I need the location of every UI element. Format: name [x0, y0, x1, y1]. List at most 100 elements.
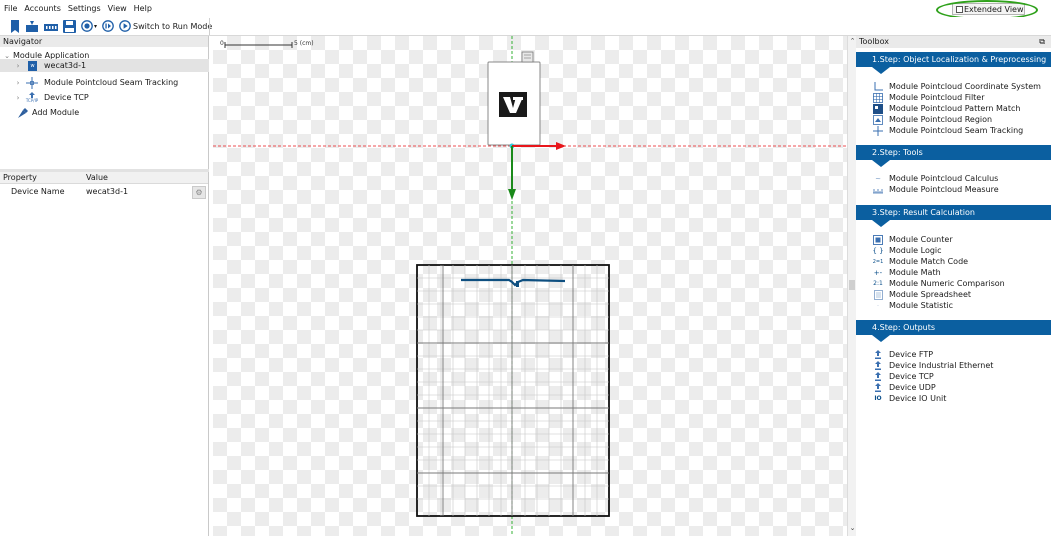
canvas-vertical-scrollbar[interactable]: ⌃ ⌄ [847, 36, 856, 536]
chevron-right-icon[interactable]: › [14, 94, 22, 102]
tool-pointcloud-filter[interactable]: Module Pointcloud Filter [873, 92, 985, 103]
extended-view-checkbox[interactable]: Extended View [952, 3, 1025, 15]
step-1-arrow [872, 67, 890, 74]
property-settings-button[interactable]: ⚙ [192, 186, 206, 199]
tool-label: Module Pointcloud Seam Tracking [889, 126, 1024, 135]
seam-tracking-icon [873, 125, 883, 136]
property-header-row: Property Value [0, 172, 208, 184]
filter-grid-icon [873, 92, 883, 103]
tool-label: Module Logic [889, 246, 942, 255]
udp-icon [873, 382, 883, 393]
tool-device-udp[interactable]: Device UDP [873, 382, 936, 393]
tool-label: Module Match Code [889, 257, 969, 266]
tcp-icon: TCP/IP [26, 91, 38, 104]
nav-item-label: Module Pointcloud Seam Tracking [44, 78, 179, 87]
scan-profile-line [461, 278, 566, 287]
step-1-header[interactable]: 1.Step: Object Localization & Preprocess… [856, 52, 1051, 67]
region-icon [873, 114, 883, 125]
tool-counter[interactable]: Module Counter [873, 234, 953, 245]
tool-coordinate-system[interactable]: Module Pointcloud Coordinate System [873, 81, 1041, 92]
tool-match-code[interactable]: 2=1 Module Match Code [873, 256, 968, 267]
tool-math[interactable]: +- Module Math [873, 267, 941, 278]
tool-label: Device Industrial Ethernet [889, 361, 994, 370]
step-3-arrow [872, 220, 890, 227]
io-unit-icon: IO [874, 395, 882, 402]
nav-item-device-tcp[interactable]: › TCP/IP Device TCP [0, 91, 209, 104]
tool-label: Module Pointcloud Calculus [889, 174, 999, 183]
ftp-icon [873, 349, 883, 360]
restore-window-icon[interactable]: ⧉ [1039, 36, 1045, 48]
property-row: Device Name wecat3d-1 [0, 185, 208, 198]
tool-label: Module Counter [889, 235, 953, 244]
property-panel: Property Value Device Name wecat3d-1 ⚙ [0, 172, 209, 536]
tool-pattern-match[interactable]: Module Pointcloud Pattern Match [873, 103, 1020, 114]
step-4-arrow [872, 335, 890, 342]
tool-label: Module Statistic [889, 301, 954, 310]
tool-device-industrial-ethernet[interactable]: Device Industrial Ethernet [873, 360, 993, 371]
checkbox-box[interactable] [956, 5, 963, 13]
menu-help[interactable]: Help [134, 0, 152, 17]
run-mode-button[interactable]: Switch to Run Mode [119, 20, 212, 33]
device-memory-icon[interactable] [44, 20, 58, 33]
numeric-comparison-icon: 2:1 [873, 280, 883, 287]
coordinate-system-icon [873, 81, 883, 92]
menu-accounts[interactable]: Accounts [24, 0, 60, 17]
industrial-ethernet-icon [873, 360, 883, 371]
toolbox-header: Toolbox ⧉ [856, 36, 1051, 48]
add-module-label: Add Module [32, 108, 80, 117]
tool-pointcloud-region[interactable]: Module Pointcloud Region [873, 114, 992, 125]
tool-device-ftp[interactable]: Device FTP [873, 349, 933, 360]
logic-icon: { } [872, 246, 884, 255]
menu-view[interactable]: View [108, 0, 127, 17]
tool-statistic[interactable]: · Module Statistic [873, 300, 953, 311]
chevron-down-icon[interactable]: ▾ [94, 20, 97, 33]
tool-label: Device TCP [889, 372, 934, 381]
tool-spreadsheet[interactable]: Module Spreadsheet [873, 289, 971, 300]
add-module-button[interactable]: Add Module [0, 106, 209, 119]
tcp-icon [873, 371, 883, 382]
step-3-header[interactable]: 3.Step: Result Calculation [856, 205, 1051, 220]
spreadsheet-icon [873, 289, 883, 300]
step-4-header[interactable]: 4.Step: Outputs [856, 320, 1051, 335]
extended-view-label: Extended View [964, 4, 1024, 14]
measure-icon [873, 185, 883, 195]
tool-label: Device IO Unit [889, 394, 947, 403]
tool-device-tcp[interactable]: Device TCP [873, 371, 934, 382]
tool-label: Module Math [889, 268, 941, 277]
tool-device-io-unit[interactable]: IO Device IO Unit [873, 393, 946, 404]
value-col-header: Value [86, 173, 108, 182]
navigator-title: Navigator [0, 36, 208, 47]
toolbox-panel: Toolbox ⧉ 1.Step: Object Localization & … [856, 36, 1051, 536]
property-name: Device Name [11, 187, 65, 196]
save-icon[interactable] [63, 19, 76, 33]
counter-icon [873, 234, 883, 245]
tool-label: Module Pointcloud Filter [889, 93, 985, 102]
tool-pointcloud-calculus[interactable]: ~ Module Pointcloud Calculus [873, 173, 998, 184]
scroll-thumb[interactable] [849, 280, 855, 290]
menu-settings[interactable]: Settings [68, 0, 101, 17]
tool-label: Device FTP [889, 350, 934, 359]
tool-seam-tracking[interactable]: Module Pointcloud Seam Tracking [873, 125, 1023, 136]
step-2-header[interactable]: 2.Step: Tools [856, 145, 1051, 160]
step-2-arrow [872, 160, 890, 167]
menu-file[interactable]: File [4, 0, 17, 17]
run-mode-label: Switch to Run Mode [133, 21, 213, 31]
nav-item-seam-tracking[interactable]: › Module Pointcloud Seam Tracking [0, 76, 209, 89]
new-file-icon[interactable] [10, 19, 20, 33]
nav-item-wecat3d[interactable]: › w wecat3d-1 [0, 59, 209, 72]
tool-numeric-comparison[interactable]: 2:1 Module Numeric Comparison [873, 278, 1005, 289]
open-folder-icon[interactable] [25, 20, 39, 33]
step-icon[interactable] [102, 20, 114, 33]
record-icon[interactable] [81, 20, 93, 33]
chevron-right-icon[interactable]: › [14, 62, 22, 70]
property-value[interactable]: wecat3d-1 [86, 187, 128, 196]
3d-view-canvas[interactable]: 0 5 (cm) [213, 36, 847, 536]
toolbox-title: Toolbox [859, 37, 889, 46]
scale-start-label: 0 [220, 40, 224, 47]
calculus-icon: ~ [875, 174, 881, 183]
chevron-right-icon[interactable]: › [14, 79, 22, 87]
statistic-icon: · [876, 301, 880, 310]
tool-logic[interactable]: { } Module Logic [872, 245, 942, 256]
property-col-header: Property [3, 173, 37, 182]
tool-pointcloud-measure[interactable]: Module Pointcloud Measure [873, 184, 999, 195]
